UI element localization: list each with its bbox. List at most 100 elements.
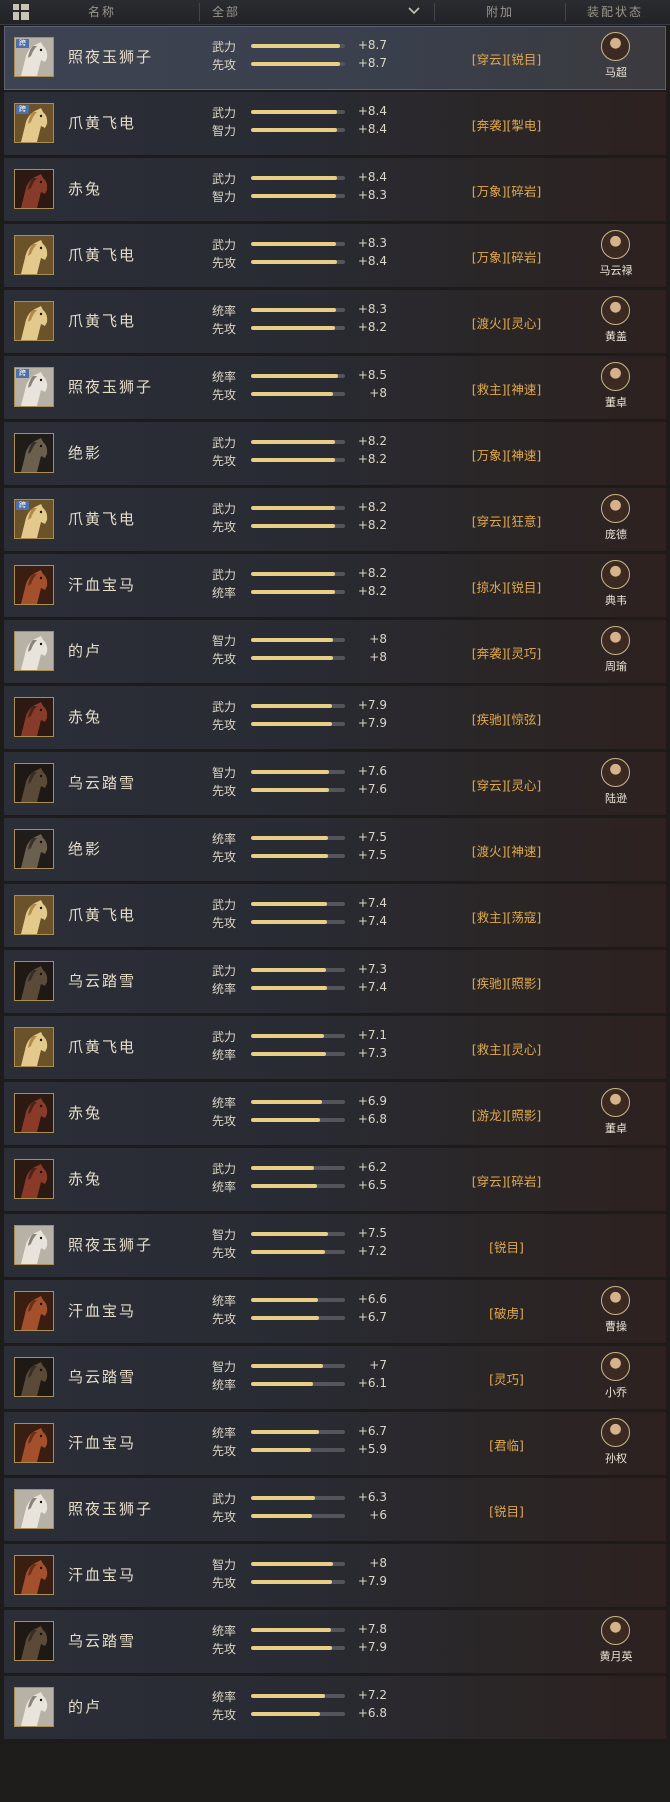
attribute-value: +8.4 (357, 170, 387, 184)
horse-name: 汗血宝马 (68, 1566, 137, 1584)
horse-row[interactable]: 跨照夜玉狮子 统率 +8.5 先攻 +8 [救主][神速] 董卓 (4, 356, 666, 420)
extra-traits: [疾驰][照影] (471, 976, 542, 991)
extra-traits: [奔袭][掣电] (471, 118, 542, 133)
attribute-label: 统率 (212, 982, 237, 996)
hero-avatar[interactable] (601, 230, 630, 259)
hero-avatar[interactable] (601, 1352, 630, 1381)
extra-traits: [掠水][锐目] (471, 580, 542, 595)
attribute-value: +6.2 (357, 1160, 387, 1174)
attribute-bar (251, 392, 345, 396)
horse-row[interactable]: 照夜玉狮子 武力 +6.3 先攻 +6 [锐目] (4, 1478, 666, 1542)
extra-traits: [锐目] (489, 1504, 524, 1519)
hero-avatar[interactable] (601, 758, 630, 787)
horse-row[interactable]: 的卢 统率 +7.2 先攻 +6.8 (4, 1676, 666, 1740)
attribute-value: +7.9 (357, 716, 387, 730)
grid-view-icon[interactable] (13, 4, 29, 20)
horse-row[interactable]: 跨爪黄飞电 武力 +8.4 智力 +8.4 [奔袭][掣电] (4, 92, 666, 156)
attribute-bar (251, 638, 345, 642)
column-header-name[interactable]: 名称 (88, 0, 116, 24)
attribute-label: 先攻 (212, 1312, 237, 1326)
extra-traits: [救主][荡寇] (471, 910, 542, 925)
horse-row[interactable]: 汗血宝马 智力 +8 先攻 +7.9 (4, 1544, 666, 1608)
attribute-bar (251, 44, 345, 48)
attribute-bar-fill (251, 1580, 332, 1584)
horse-row[interactable]: 赤兔 武力 +6.2 统率 +6.5 [穿云][碎岩] (4, 1148, 666, 1212)
attribute-label: 先攻 (212, 1510, 237, 1524)
attribute-value: +7.2 (357, 1244, 387, 1258)
hero-avatar[interactable] (601, 32, 630, 61)
horse-row[interactable]: 乌云踏雪 武力 +7.3 统率 +7.4 [疾驰][照影] (4, 950, 666, 1014)
horse-name: 爪黄飞电 (68, 312, 137, 330)
extra-traits: [奔袭][灵巧] (471, 646, 542, 661)
horse-portrait (14, 1159, 54, 1199)
horse-row[interactable]: 乌云踏雪 智力 +7.6 先攻 +7.6 [穿云][灵心] 陆逊 (4, 752, 666, 816)
hero-avatar[interactable] (601, 494, 630, 523)
horse-row[interactable]: 汗血宝马 武力 +8.2 统率 +8.2 [掠水][锐目] 典韦 (4, 554, 666, 618)
horse-name: 照夜玉狮子 (68, 1236, 154, 1254)
hero-name: 曹操 (605, 1320, 627, 1333)
hero-avatar[interactable] (601, 296, 630, 325)
attribute-value: +7.8 (357, 1622, 387, 1636)
horse-name: 汗血宝马 (68, 1302, 137, 1320)
horse-portrait (14, 169, 54, 209)
horse-row[interactable]: 爪黄飞电 武力 +7.1 统率 +7.3 [救主][灵心] (4, 1016, 666, 1080)
horse-row[interactable]: 的卢 智力 +8 先攻 +8 [奔袭][灵巧] 周瑜 (4, 620, 666, 684)
horse-row[interactable]: 照夜玉狮子 智力 +7.5 先攻 +7.2 [锐目] (4, 1214, 666, 1278)
attribute-bar (251, 242, 345, 246)
hero-avatar[interactable] (601, 560, 630, 589)
extra-traits: [锐目] (489, 1240, 524, 1255)
horse-row[interactable]: 爪黄飞电 统率 +8.3 先攻 +8.2 [渡火][灵心] 黄盖 (4, 290, 666, 354)
chevron-down-icon[interactable] (408, 7, 420, 15)
horse-portrait (14, 1489, 54, 1529)
horse-portrait-art (15, 170, 53, 208)
attribute-label: 武力 (212, 106, 237, 120)
attribute-bar (251, 506, 345, 510)
hero-name: 陆逊 (605, 792, 627, 805)
horse-portrait-art (15, 1028, 53, 1066)
horse-name: 的卢 (68, 642, 103, 660)
hero-avatar[interactable] (601, 1286, 630, 1315)
hero-avatar[interactable] (601, 1418, 630, 1447)
filter-dropdown-value[interactable]: 全部 (212, 0, 240, 24)
attribute-bar-fill (251, 458, 335, 462)
horse-row[interactable]: 爪黄飞电 武力 +8.3 先攻 +8.4 [万象][碎岩] 马云禄 (4, 224, 666, 288)
horse-row[interactable]: 跨爪黄飞电 武力 +8.2 先攻 +8.2 [穿云][狂意] 庞德 (4, 488, 666, 552)
attribute-bar-fill (251, 1232, 328, 1236)
attribute-bar-fill (251, 854, 328, 858)
hero-avatar[interactable] (601, 626, 630, 655)
horse-row[interactable]: 绝影 统率 +7.5 先攻 +7.5 [渡火][神速] (4, 818, 666, 882)
hero-avatar[interactable] (601, 362, 630, 391)
horse-row[interactable]: 乌云踏雪 智力 +7 统率 +6.1 [灵巧] 小乔 (4, 1346, 666, 1410)
horse-row[interactable]: 汗血宝马 统率 +6.6 先攻 +6.7 [破虏] 曹操 (4, 1280, 666, 1344)
hero-avatar[interactable] (601, 1088, 630, 1117)
list-header: 名称 全部 附加 装配状态 (0, 0, 670, 25)
horse-row[interactable]: 汗血宝马 统率 +6.7 先攻 +5.9 [君临] 孙权 (4, 1412, 666, 1476)
attribute-value: +7.5 (357, 1226, 387, 1240)
horse-row[interactable]: 赤兔 武力 +8.4 智力 +8.3 [万象][碎岩] (4, 158, 666, 222)
hero-avatar[interactable] (601, 1616, 630, 1645)
horse-portrait-art (15, 1622, 53, 1660)
attribute-label: 先攻 (212, 1444, 237, 1458)
horse-row[interactable]: 绝影 武力 +8.2 先攻 +8.2 [万象][神速] (4, 422, 666, 486)
attribute-bar (251, 524, 345, 528)
horse-portrait (14, 1357, 54, 1397)
attribute-value: +8.7 (357, 38, 387, 52)
attribute-value: +7.6 (357, 782, 387, 796)
column-header-extra: 附加 (486, 5, 515, 19)
column-header-status: 装配状态 (587, 5, 644, 19)
attribute-bar-fill (251, 242, 336, 246)
horse-name: 乌云踏雪 (68, 1368, 137, 1386)
attribute-bar-fill (251, 1430, 320, 1434)
horse-row[interactable]: 乌云踏雪 统率 +7.8 先攻 +7.9 黄月英 (4, 1610, 666, 1674)
horse-row[interactable]: 赤兔 武力 +7.9 先攻 +7.9 [疾驰][惊弦] (4, 686, 666, 750)
attribute-bar (251, 788, 345, 792)
attribute-label: 武力 (212, 172, 237, 186)
attribute-label: 智力 (212, 1558, 237, 1572)
attribute-bar-fill (251, 1562, 333, 1566)
attribute-bar-fill (251, 1694, 325, 1698)
horse-row[interactable]: 跨照夜玉狮子 武力 +8.7 先攻 +8.7 [穿云][锐目] 马超 (4, 26, 666, 90)
horse-row[interactable]: 赤兔 统率 +6.9 先攻 +6.8 [游龙][照影] 董卓 (4, 1082, 666, 1146)
attribute-label: 先攻 (212, 388, 237, 402)
hero-name: 庞德 (605, 528, 627, 541)
horse-row[interactable]: 爪黄飞电 武力 +7.4 先攻 +7.4 [救主][荡寇] (4, 884, 666, 948)
